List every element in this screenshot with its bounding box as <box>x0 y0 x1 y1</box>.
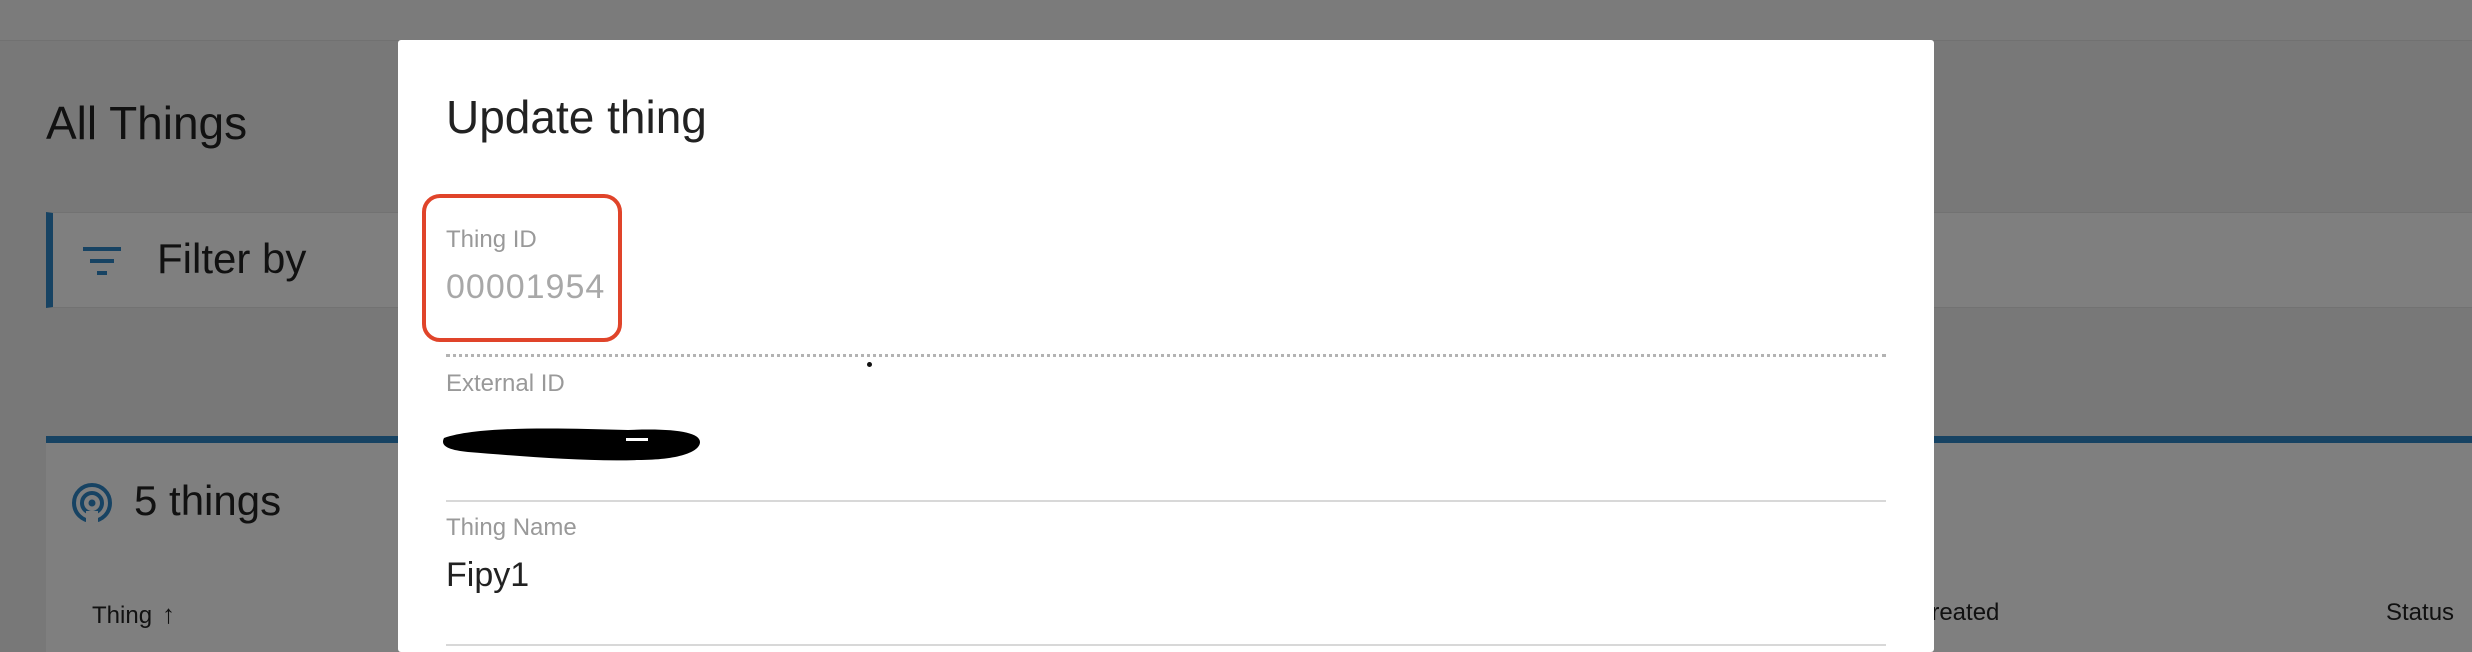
redaction-scribble <box>443 428 700 461</box>
dialog-title: Update thing <box>446 91 707 143</box>
thing-id-field: Thing ID 00001954 <box>446 226 1886 357</box>
external-id-field[interactable]: External ID <box>443 370 1886 502</box>
annotation-highlight-box <box>422 194 622 342</box>
update-thing-dialog: Update thing Thing ID 00001954 External … <box>398 40 1934 652</box>
thing-name-label: Thing Name <box>446 514 577 541</box>
thing-name-underline <box>446 644 1886 646</box>
thing-id-underline <box>446 354 1886 357</box>
thing-name-input[interactable]: Fipy1 <box>446 556 529 595</box>
stray-dot <box>867 362 872 367</box>
external-id-label: External ID <box>446 370 565 397</box>
external-id-underline <box>446 500 1886 502</box>
thing-name-field[interactable]: Thing Name Fipy1 <box>446 514 1886 646</box>
